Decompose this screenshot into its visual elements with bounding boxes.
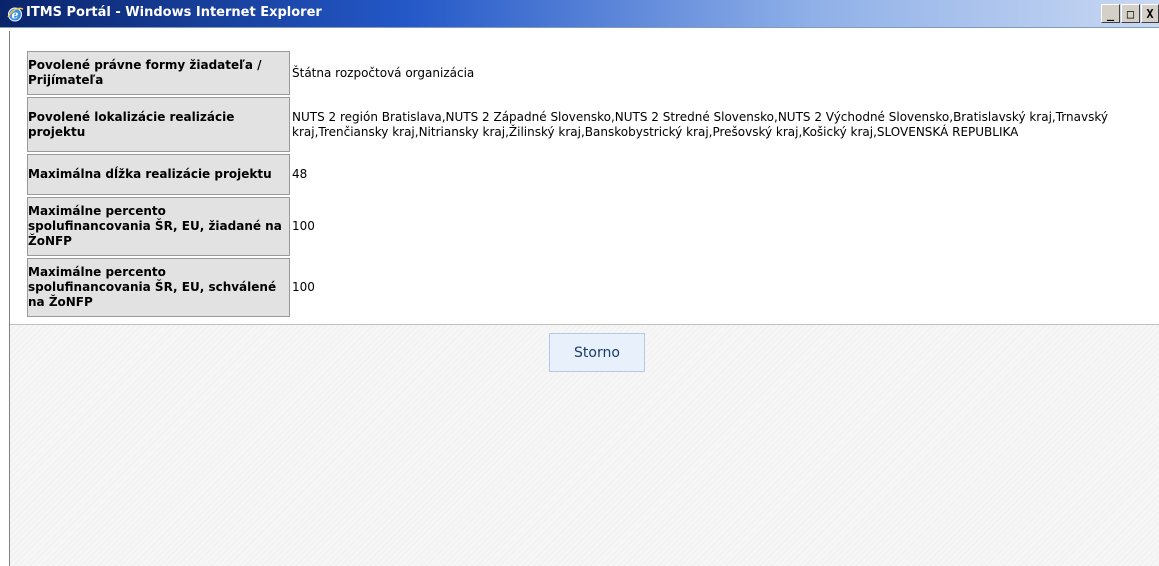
property-label: Maximálne percento spolufinancovania ŠR,… xyxy=(27,258,290,317)
property-value: 100 xyxy=(292,258,1152,317)
maximize-button[interactable]: □ xyxy=(1121,4,1140,23)
properties-panel: Povolené právne formy žiadateľa / Prijím… xyxy=(10,31,1159,325)
table-row: Maximálna dĺžka realizácie projektu 48 xyxy=(27,154,1152,195)
property-label: Maximálne percento spolufinancovania ŠR,… xyxy=(27,197,290,256)
properties-table: Povolené právne formy žiadateľa / Prijím… xyxy=(25,49,1154,319)
property-label: Povolené lokalizácie realizácie projektu xyxy=(27,97,290,152)
property-value: 100 xyxy=(292,197,1152,256)
internet-explorer-icon: e xyxy=(7,7,24,22)
property-value: 48 xyxy=(292,154,1152,195)
storno-button[interactable]: Storno xyxy=(549,333,645,372)
table-row: Maximálne percento spolufinancovania ŠR,… xyxy=(27,197,1152,256)
browser-window: e ITMS Portál - Windows Internet Explore… xyxy=(0,0,1159,566)
dialog-content: Povolené právne formy žiadateľa / Prijím… xyxy=(9,31,1159,566)
title-bar: e ITMS Portál - Windows Internet Explore… xyxy=(0,0,1159,28)
table-row: Povolené lokalizácie realizácie projektu… xyxy=(27,97,1152,152)
property-label: Maximálna dĺžka realizácie projektu xyxy=(27,154,290,195)
property-value: Štátna rozpočtová organizácia xyxy=(292,51,1152,95)
close-button[interactable]: X xyxy=(1141,4,1159,23)
table-row: Povolené právne formy žiadateľa / Prijím… xyxy=(27,51,1152,95)
window-controls: _ □ X xyxy=(1101,4,1159,24)
table-row: Maximálne percento spolufinancovania ŠR,… xyxy=(27,258,1152,317)
property-value: NUTS 2 región Bratislava,NUTS 2 Západné … xyxy=(292,97,1152,152)
property-label: Povolené právne formy žiadateľa / Prijím… xyxy=(27,51,290,95)
minimize-button[interactable]: _ xyxy=(1101,4,1120,23)
window-title: ITMS Portál - Windows Internet Explorer xyxy=(26,5,322,20)
